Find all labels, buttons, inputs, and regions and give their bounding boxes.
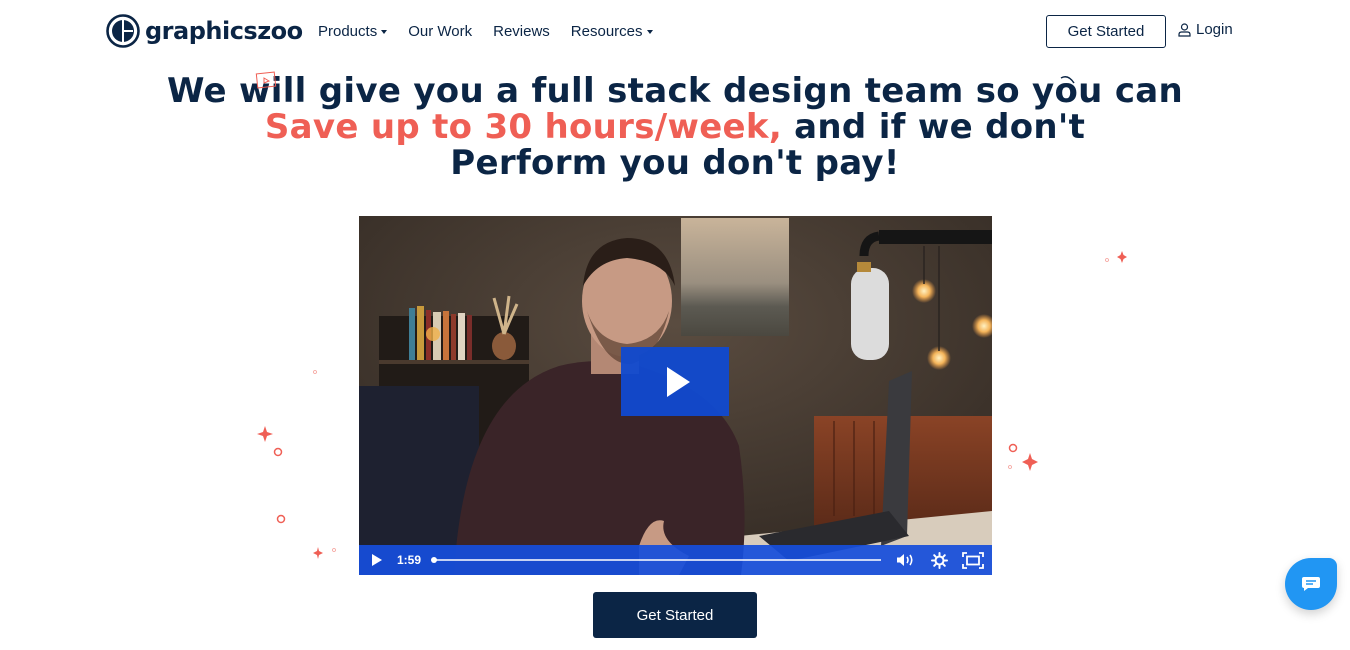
nav-item-resources[interactable]: Resources — [571, 20, 653, 42]
ring-icon — [313, 370, 317, 374]
ring-icon — [1008, 443, 1018, 453]
login-link[interactable]: Login — [1178, 21, 1233, 38]
top-navigation: graphicszoo Products Our Work Reviews Re… — [0, 0, 1350, 64]
caret-down-icon — [381, 29, 388, 34]
progress-knob[interactable] — [431, 557, 438, 563]
play-sketch-decoration-icon — [255, 71, 277, 89]
play-icon[interactable] — [372, 554, 382, 566]
logo-icon — [106, 14, 140, 48]
ring-icon — [332, 548, 336, 552]
logo-text: graphicszoo — [145, 17, 303, 45]
headline-line-3: Perform you don't pay! — [450, 143, 900, 183]
video-time: 1:59 — [397, 553, 422, 567]
sparkle-icon — [257, 426, 273, 442]
chat-bubble-icon — [1302, 577, 1320, 591]
ring-icon — [276, 514, 286, 524]
sparkle-icon — [313, 547, 323, 559]
header-get-started-button[interactable]: Get Started — [1046, 15, 1166, 48]
main-menu: Products Our Work Reviews Resources — [318, 20, 674, 42]
nav-item-label: Resources — [570, 22, 643, 40]
video-player[interactable]: 1:59 — [359, 216, 992, 575]
nav-item-label: Our Work — [408, 22, 473, 40]
nav-item-our-work[interactable]: Our Work — [408, 20, 472, 42]
play-icon — [666, 366, 690, 397]
nav-item-reviews[interactable]: Reviews — [493, 20, 550, 42]
login-label: Login — [1196, 21, 1233, 38]
arc-decoration-icon — [1060, 76, 1075, 84]
user-icon — [1178, 22, 1191, 37]
sparkle-icon — [1022, 453, 1038, 471]
video-controls-bar: 1:59 — [359, 545, 992, 575]
hero-headline: We will give you a full stack design tea… — [0, 73, 1350, 181]
headline-line-1: We will give you a full stack design tea… — [166, 71, 1184, 111]
ring-icon — [1105, 258, 1109, 262]
settings-icon[interactable] — [929, 550, 949, 570]
ring-icon — [273, 447, 283, 457]
headline-accent: Save up to 30 hours/week, — [264, 107, 783, 147]
nav-item-products[interactable]: Products — [318, 20, 388, 42]
ring-icon — [1008, 465, 1012, 469]
nav-item-label: Reviews — [493, 22, 550, 40]
headline-line-2-rest: and if we don't — [782, 107, 1086, 147]
caret-down-icon — [646, 29, 653, 34]
sparkle-icon — [1117, 251, 1127, 263]
fullscreen-icon[interactable] — [961, 550, 985, 570]
volume-icon[interactable] — [895, 550, 917, 570]
video-progress-bar[interactable] — [431, 557, 882, 563]
get-started-button[interactable]: Get Started — [593, 592, 757, 638]
chat-widget-button[interactable] — [1285, 558, 1337, 610]
logo-link[interactable]: graphicszoo — [106, 14, 303, 48]
headline-line-2: Save up to 30 hours/week, and if we don'… — [0, 109, 1350, 145]
nav-item-label: Products — [318, 22, 378, 40]
big-play-button[interactable] — [621, 347, 729, 416]
